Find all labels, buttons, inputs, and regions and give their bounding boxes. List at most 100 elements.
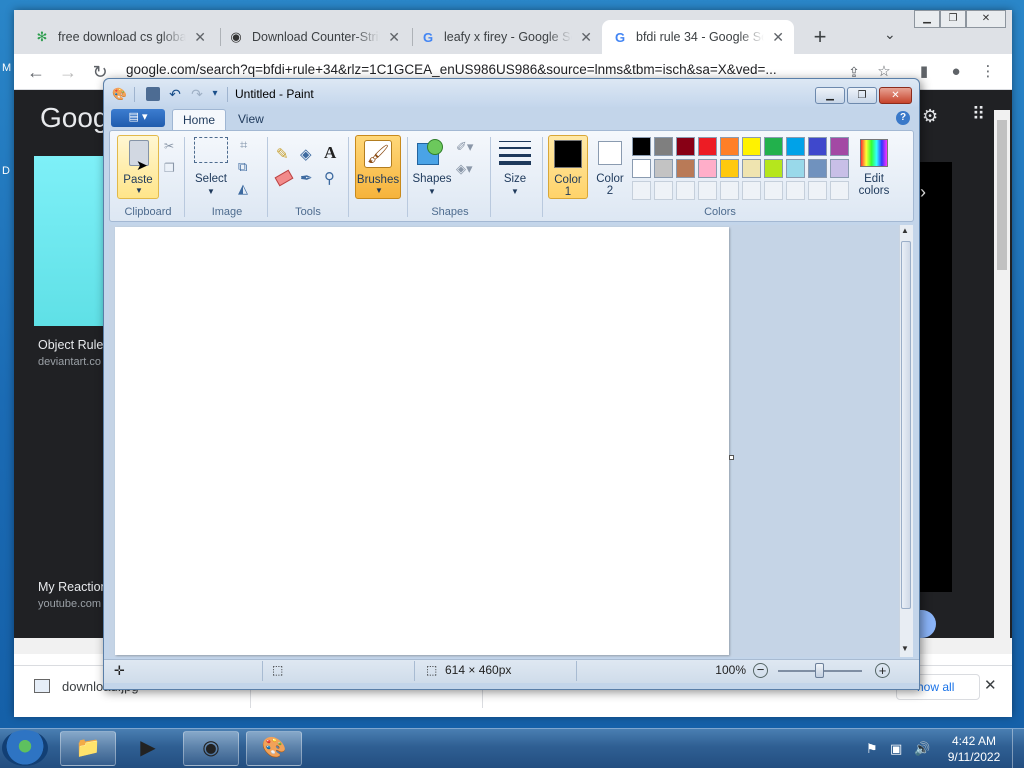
new-tab-button[interactable]: +: [806, 24, 834, 52]
forward-icon[interactable]: →: [56, 62, 80, 84]
custom-color-slot[interactable]: [742, 181, 761, 200]
tab-home[interactable]: Home: [172, 109, 227, 131]
scroll-up-icon[interactable]: ▲: [901, 226, 909, 235]
desktop-icon-label[interactable]: M: [2, 62, 11, 74]
shape-fill-icon[interactable]: ◈▾: [456, 161, 473, 177]
result-title[interactable]: Object Rule: [38, 338, 103, 352]
tab-view[interactable]: View: [228, 109, 274, 131]
resize-icon[interactable]: ⧉: [238, 159, 247, 175]
select-button[interactable]: Select: [190, 173, 232, 185]
custom-color-slot[interactable]: [632, 181, 651, 200]
zoom-in-button[interactable]: +: [875, 663, 890, 678]
file-explorer-taskbar-button[interactable]: 📁: [60, 731, 116, 766]
customize-toolbar-icon[interactable]: ▾: [208, 87, 222, 101]
drawing-canvas[interactable]: [115, 227, 729, 655]
network-icon[interactable]: ▣: [890, 741, 902, 757]
google-logo[interactable]: Goog: [40, 102, 109, 134]
close-button[interactable]: ✕: [879, 87, 912, 104]
next-arrow-icon[interactable]: ›: [920, 182, 926, 203]
custom-color-slot[interactable]: [808, 181, 827, 200]
palette-swatch[interactable]: [742, 159, 761, 178]
action-center-icon[interactable]: ⚑: [866, 741, 878, 757]
shapes-icon[interactable]: [417, 139, 445, 167]
paint-taskbar-button[interactable]: 🎨: [246, 731, 302, 766]
chrome-taskbar-button[interactable]: ◉: [183, 731, 239, 766]
canvas-scrollbar-thumb[interactable]: [901, 241, 911, 609]
custom-color-slot[interactable]: [720, 181, 739, 200]
color1-button[interactable]: Color 1: [548, 135, 588, 199]
maximize-button[interactable]: ❐: [940, 10, 966, 28]
palette-swatch[interactable]: [764, 137, 783, 156]
palette-swatch[interactable]: [808, 159, 827, 178]
color-picker-icon[interactable]: ✒: [300, 169, 313, 187]
canvas-resize-handle[interactable]: [729, 455, 734, 460]
custom-color-slot[interactable]: [786, 181, 805, 200]
browser-tab[interactable]: ✻ free download cs global ✕: [24, 20, 216, 54]
palette-swatch[interactable]: [830, 159, 849, 178]
custom-color-slot[interactable]: [676, 181, 695, 200]
close-tab-icon[interactable]: ✕: [194, 29, 206, 46]
rotate-icon[interactable]: ◭: [238, 181, 248, 197]
palette-swatch[interactable]: [742, 137, 761, 156]
brushes-button[interactable]: 🖌 Brushes ▼: [355, 135, 401, 199]
minimize-button[interactable]: ▁: [815, 87, 845, 104]
profile-avatar[interactable]: ●: [944, 62, 968, 84]
palette-swatch[interactable]: [632, 137, 651, 156]
desktop-icon-label[interactable]: D: [2, 165, 10, 177]
palette-swatch[interactable]: [698, 137, 717, 156]
apps-grid-icon[interactable]: ⠿: [972, 104, 985, 125]
undo-icon[interactable]: ↶: [168, 87, 182, 101]
paint-app-icon[interactable]: 🎨: [112, 87, 127, 101]
minimize-button[interactable]: ▁: [914, 10, 940, 28]
back-icon[interactable]: ←: [24, 62, 48, 84]
crop-icon[interactable]: ⌗: [240, 137, 247, 153]
palette-swatch[interactable]: [676, 137, 695, 156]
close-tab-icon[interactable]: ✕: [772, 29, 784, 46]
redo-icon[interactable]: ↷: [190, 87, 204, 101]
browser-tab[interactable]: ◉ Download Counter-Strik ✕: [218, 20, 410, 54]
line-size-icon[interactable]: [499, 139, 531, 165]
custom-color-slot[interactable]: [654, 181, 673, 200]
custom-color-slot[interactable]: [764, 181, 783, 200]
menu-icon[interactable]: ⋮: [976, 62, 1000, 84]
clock[interactable]: 4:42 AM 9/11/2022: [942, 733, 1006, 765]
size-button[interactable]: Size: [494, 173, 536, 185]
shapes-button[interactable]: Shapes: [410, 173, 454, 185]
palette-swatch[interactable]: [720, 159, 739, 178]
palette-swatch[interactable]: [654, 159, 673, 178]
browser-tab-active[interactable]: G bfdi rule 34 - Google Se ✕: [602, 20, 794, 54]
tab-search-icon[interactable]: ⌄: [884, 26, 896, 43]
close-download-bar-icon[interactable]: ✕: [984, 676, 997, 694]
palette-swatch[interactable]: [808, 137, 827, 156]
pencil-icon[interactable]: ✎: [276, 145, 289, 163]
fill-icon[interactable]: ◈: [300, 145, 312, 163]
scroll-down-icon[interactable]: ▼: [901, 644, 909, 653]
palette-swatch[interactable]: [786, 137, 805, 156]
magnifier-icon[interactable]: ⚲: [324, 169, 335, 187]
palette-swatch[interactable]: [698, 159, 717, 178]
start-button[interactable]: [2, 730, 48, 766]
palette-swatch[interactable]: [632, 159, 651, 178]
page-scrollbar-thumb[interactable]: [997, 120, 1007, 270]
paint-menu-button[interactable]: ▤ ▾: [111, 109, 165, 127]
show-desktop-button[interactable]: [1012, 729, 1024, 768]
custom-color-slot[interactable]: [698, 181, 717, 200]
close-tab-icon[interactable]: ✕: [580, 29, 592, 46]
close-button[interactable]: ✕: [966, 10, 1006, 28]
result-title[interactable]: My Reaction: [38, 580, 107, 594]
media-player-taskbar-button[interactable]: ▶: [120, 731, 176, 766]
close-tab-icon[interactable]: ✕: [388, 29, 400, 46]
maximize-button[interactable]: ❐: [847, 87, 877, 104]
cut-icon[interactable]: ✂: [164, 139, 174, 153]
palette-swatch[interactable]: [764, 159, 783, 178]
help-icon[interactable]: ?: [896, 111, 910, 125]
palette-swatch[interactable]: [676, 159, 695, 178]
color2-button[interactable]: Color 2: [592, 135, 628, 199]
outline-icon[interactable]: ✐▾: [456, 139, 473, 155]
palette-swatch[interactable]: [720, 137, 739, 156]
copy-icon[interactable]: ❐: [164, 161, 175, 175]
save-icon[interactable]: [146, 87, 160, 101]
settings-icon[interactable]: ⚙: [922, 106, 938, 127]
select-icon[interactable]: [194, 137, 228, 163]
edit-colors-button[interactable]: Edit colors: [854, 135, 894, 199]
